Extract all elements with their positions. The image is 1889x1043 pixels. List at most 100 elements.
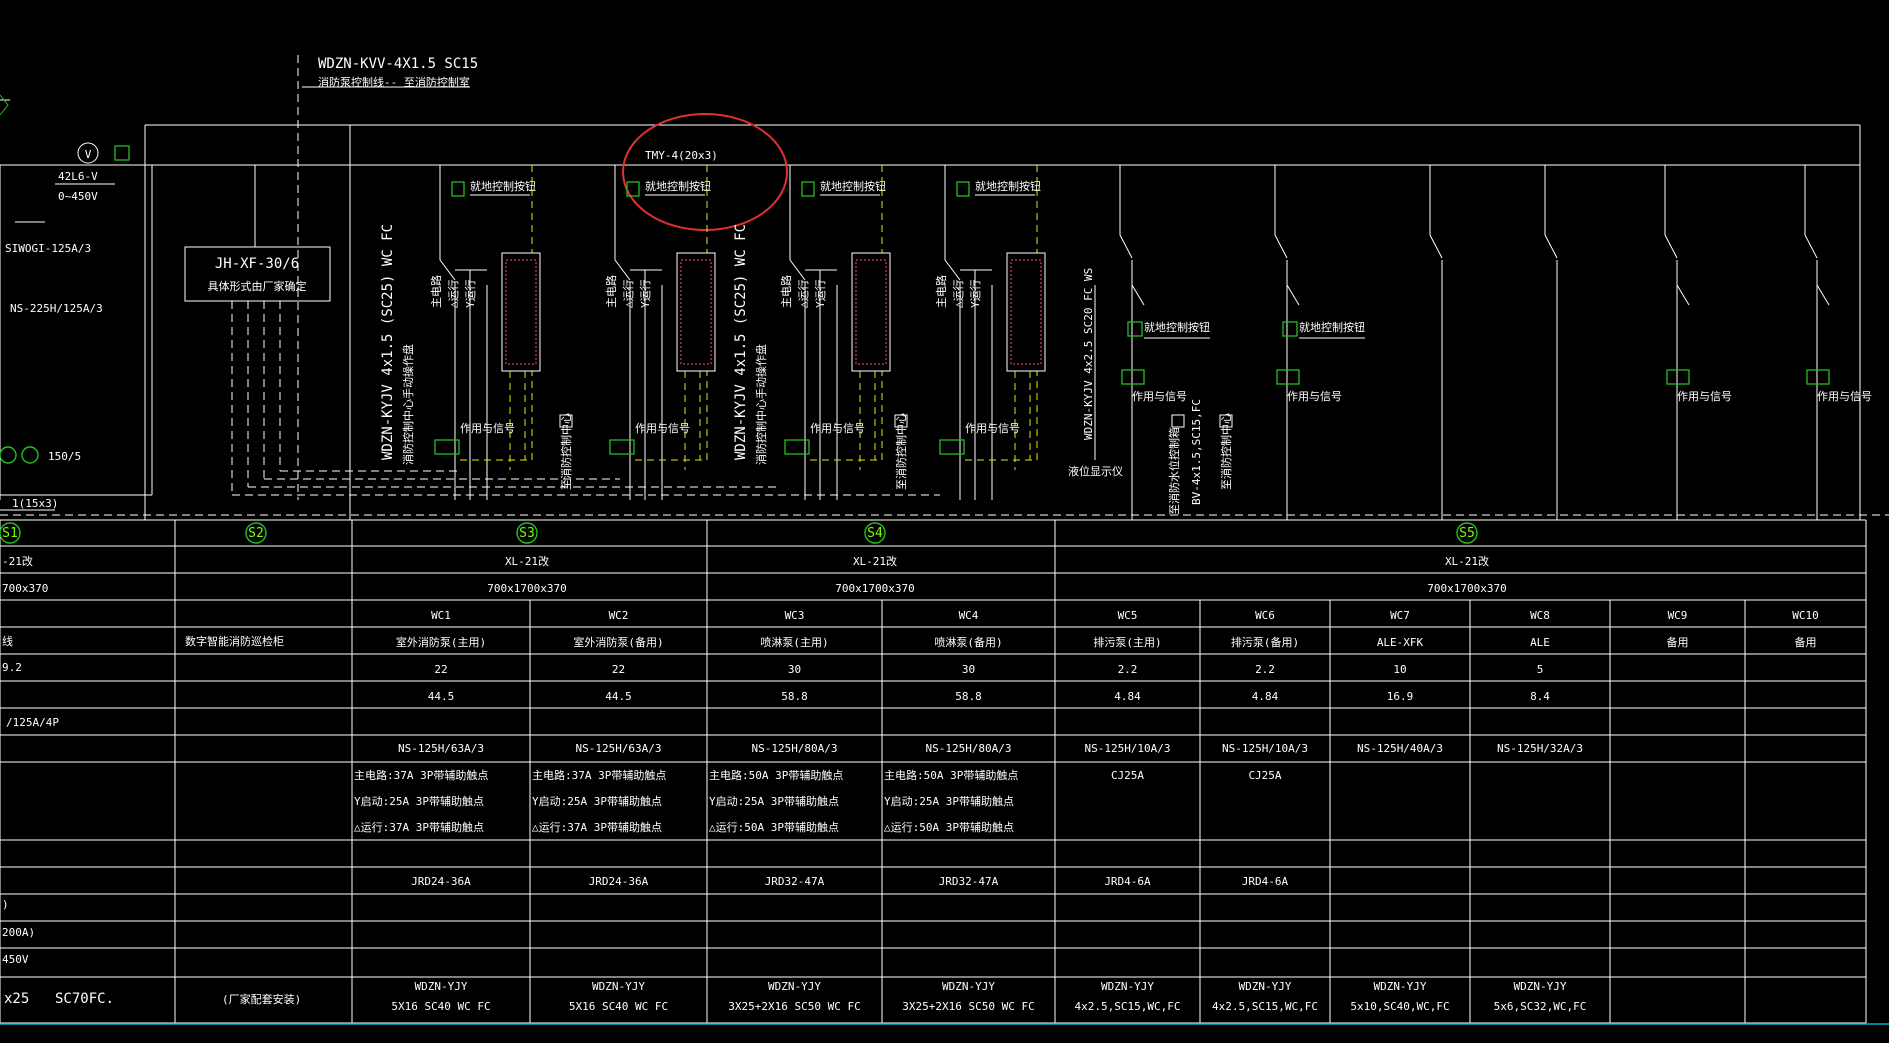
circuit-id: WC9 [1668, 609, 1688, 622]
circuit-name: 排污泵(主用) [1093, 635, 1161, 649]
contactor-label: △运行 [447, 279, 460, 308]
cable-s3-label: WDZN-KYJV 4x1.5 (SC25) WC FC [380, 224, 396, 460]
left-cell: x25 [4, 991, 29, 1007]
circuit-breaker: NS-125H/80A/3 [751, 742, 837, 755]
section-id: S1 [2, 526, 18, 541]
remote-button-terminal [801, 181, 815, 197]
circuit-name: ALE [1530, 636, 1550, 649]
circuit-relay: JRD24-36A [589, 875, 649, 888]
circuit-contactor: 主电路:37A 3P带辅助触点 [532, 768, 666, 782]
control-center-label: 至消防控制中心 [894, 413, 908, 490]
switch-blade [1816, 284, 1830, 306]
cable-s4-label: WDZN-KYJV 4x1.5 (SC25) WC FC [733, 224, 749, 460]
circuit-cable: 3X25+2X16 SC50 WC FC [902, 1000, 1034, 1013]
signal-label: 作用与信号 [460, 422, 515, 435]
section-size: 700x1700x370 [487, 582, 566, 595]
section-id: S2 [248, 526, 264, 541]
voltmeter-range: 0~450V [58, 190, 98, 203]
signal-label: 作用与信号 [810, 422, 865, 435]
contactor-label: Y运行 [464, 279, 477, 308]
left-cell: 200A) [2, 926, 35, 939]
remote-button-terminal [451, 181, 465, 197]
main-switch-label: SIWOGI-125A/3 [5, 242, 91, 255]
circuit-breaker: NS-125H/10A/3 [1222, 742, 1308, 755]
signal-label: 作用与信号 [635, 422, 690, 435]
circuit-id: WC10 [1792, 609, 1819, 622]
circuit-contactor: Y启动:25A 3P带辅助触点 [884, 794, 1014, 808]
circuit-relay: JRD4-6A [1104, 875, 1151, 888]
circuit-power: 2.2 [1255, 663, 1275, 676]
left-cell: -21改 [2, 554, 33, 568]
ct-icon [21, 446, 39, 464]
circuit-relay: JRD24-36A [411, 875, 471, 888]
left-cell: 700x370 [2, 582, 48, 595]
left-arrow-fragment [0, 94, 9, 116]
circuit-name: ALE-XFK [1377, 636, 1424, 649]
switch-blade [1274, 234, 1288, 259]
circuit-cable: 4x2.5,SC15,WC,FC [1212, 1000, 1318, 1013]
switch-blade [1544, 234, 1558, 259]
circuit-cable: 5x6,SC32,WC,FC [1494, 1000, 1587, 1013]
control-center-label: 至消防控制中心 [559, 413, 573, 490]
circuit-contactor: Y启动:25A 3P带辅助触点 [532, 794, 662, 808]
remote-button-terminal [1127, 321, 1143, 337]
signal-label: 作用与信号 [1677, 390, 1732, 403]
level-ctrl-tag [1171, 414, 1185, 428]
cad-drawing-canvas[interactable]: WDZN-KVV-4X1.5 SC15 消防泵控制线-- 至消防控制室 TMY-4(… [0, 0, 1889, 1043]
circuit-breaker: NS-125H/40A/3 [1357, 742, 1443, 755]
section-type: XL-21改 [1445, 554, 1489, 568]
circuit-cable: WDZN-YJY [768, 980, 821, 993]
ct-ratio-label: 150/5 [48, 450, 81, 463]
circuit-relay: JRD32-47A [939, 875, 999, 888]
signal-terminal [1806, 369, 1830, 385]
circuit-current: 4.84 [1252, 690, 1279, 703]
circuit-cable: WDZN-YJY [1101, 980, 1154, 993]
desc-s3-label: 消防控制中心手动操作盘 [401, 344, 415, 465]
feeder-desc-label: 消防泵控制线-- 至消防控制室 [318, 75, 470, 89]
contactor-label: △运行 [622, 279, 635, 308]
circuit-breaker: NS-125H/80A/3 [925, 742, 1011, 755]
circuit-name: 排污泵(备用) [1231, 635, 1299, 649]
remote-button-label: 就地控制按钮 [470, 179, 536, 193]
contactor-label: Y运行 [814, 279, 827, 308]
xf-box-line1: JH-XF-30/6 [215, 256, 299, 272]
circuit-contactor: Y启动:25A 3P带辅助触点 [709, 794, 839, 808]
level-ctrl-label: 至消防水位控制箱 [1167, 427, 1181, 515]
distribution-schematic: WDZN-KVV-4X1.5 SC15 消防泵控制线-- 至消防控制室 TMY-4(… [0, 55, 1889, 1025]
circuit-power: 30 [962, 663, 975, 676]
remote-button-label: 就地控制按钮 [820, 179, 886, 193]
cable-s5-label: BV-4x1.5,SC15,FC [1190, 399, 1203, 505]
circuit-current: 8.4 [1530, 690, 1550, 703]
circuit-cable: WDZN-YJY [415, 980, 468, 993]
circuit-name: 喷淋泵(主用) [760, 636, 828, 649]
section-size: 700x1700x370 [1427, 582, 1506, 595]
circuit-power: 22 [434, 663, 447, 676]
circuit-contactor: CJ25A [1248, 769, 1281, 782]
left-cell: 线 [2, 634, 13, 648]
star-delta-starter-box [1006, 252, 1046, 372]
section-id: S5 [1459, 526, 1475, 541]
signal-terminal [1666, 369, 1690, 385]
circuit-cable: 3X25+2X16 SC50 WC FC [728, 1000, 860, 1013]
circuit-power: 30 [788, 663, 801, 676]
circuit-current: 58.8 [781, 690, 808, 703]
switch-blade [1429, 234, 1443, 259]
circuit-contactor: Y启动:25A 3P带辅助触点 [354, 794, 484, 808]
signal-label: 作用与信号 [1817, 390, 1872, 403]
left-cell: /125A/4P [6, 716, 59, 729]
star-delta-starter-box [501, 252, 541, 372]
switch-blade [1119, 234, 1133, 259]
circuit-id: WC7 [1390, 609, 1410, 622]
ct-icon [0, 446, 17, 464]
circuit-breaker: NS-125H/63A/3 [575, 742, 661, 755]
level-gauge-label: 液位显示仪 [1068, 464, 1123, 478]
remote-button-label: 就地控制按钮 [645, 179, 711, 193]
circuit-relay: JRD32-47A [765, 875, 825, 888]
circuit-contactor: △运行:50A 3P带辅助触点 [884, 820, 1014, 834]
switch-blade [1286, 284, 1300, 306]
circuit-power: 5 [1537, 663, 1544, 676]
left-busbar-label: 1(15x3) [12, 497, 58, 510]
desc-s4-label: 消防控制中心手动操作盘 [754, 344, 768, 465]
remote-button-label: 就地控制按钮 [1299, 320, 1365, 334]
circuit-id: WC4 [959, 609, 979, 622]
